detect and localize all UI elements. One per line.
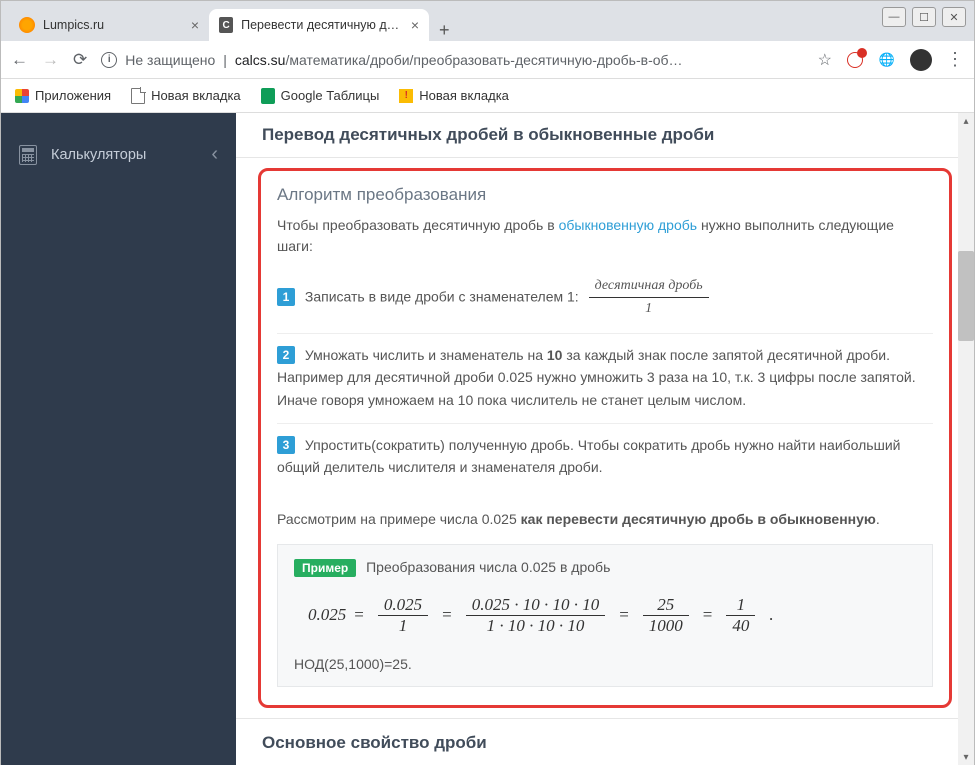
reload-button[interactable] — [73, 50, 87, 70]
lumpics-favicon-icon — [19, 17, 35, 33]
sidebar-label: Калькуляторы — [51, 147, 146, 163]
tab-title: Перевести десятичную дробь в — [241, 18, 403, 32]
example-label: Преобразования числа 0.025 в дробь — [366, 559, 610, 575]
bookmark-sheets[interactable]: Google Таблицы — [261, 88, 380, 104]
algorithm-heading: Алгоритм преобразования — [277, 185, 933, 205]
step-3: 3 Упростить(сократить) полученную дробь.… — [277, 434, 933, 491]
step-2: 2 Умножать числить и знаменатель на 10 з… — [277, 344, 933, 424]
calculator-icon — [19, 145, 37, 165]
math-equation: 0.025 = 0.0251 = 0.025 · 10 · 10 · 101 ·… — [294, 577, 916, 650]
tab-strip: Lumpics.ru × C Перевести десятичную дроб… — [1, 1, 974, 41]
sidebar: Калькуляторы — [1, 113, 236, 765]
scrollbar-thumb[interactable] — [958, 251, 974, 341]
step-number: 3 — [277, 436, 295, 454]
bookmark-newtab-1[interactable]: Новая вкладка — [131, 88, 241, 104]
url-field[interactable]: i Не защищено | calcs.su/математика/дроб… — [101, 52, 803, 68]
fraction-notation: десятичная дробь 1 — [589, 275, 709, 321]
gcd-text: НОД(25,1000)=25. — [294, 656, 916, 672]
tab-title: Lumpics.ru — [43, 18, 104, 32]
close-button[interactable]: ✕ — [942, 7, 966, 27]
apps-icon — [15, 89, 29, 103]
browser-menu-button[interactable] — [946, 49, 964, 70]
tab-close-icon[interactable]: × — [191, 17, 199, 33]
bookmark-star-icon[interactable]: ☆ — [818, 50, 832, 70]
intro-text: Чтобы преобразовать десятичную дробь в о… — [277, 215, 933, 257]
back-button[interactable] — [11, 50, 28, 70]
vertical-scrollbar[interactable]: ▴ ▾ — [958, 113, 974, 765]
url-domain: calcs.su — [235, 52, 286, 68]
minimize-button[interactable]: — — [882, 7, 906, 27]
step-number: 2 — [277, 346, 295, 364]
bookmarks-bar: Приложения Новая вкладка Google Таблицы … — [1, 79, 974, 113]
example-intro: Рассмотрим на примере числа 0.025 как пе… — [277, 509, 933, 530]
maximize-button[interactable]: ☐ — [912, 7, 936, 27]
not-secure-label: Не защищено — [125, 52, 215, 68]
extension-icon-1[interactable] — [846, 51, 864, 69]
bookmark-newtab-2[interactable]: ! Новая вкладка — [399, 88, 509, 103]
sidebar-item-calculators[interactable]: Калькуляторы — [1, 133, 236, 176]
profile-avatar[interactable] — [910, 49, 932, 71]
tab-close-icon[interactable]: × — [411, 17, 419, 33]
common-fraction-link[interactable]: обыкновенную дробь — [559, 217, 697, 233]
step-1: 1 Записать в виде дроби с знаменателем 1… — [277, 275, 933, 334]
extension-icon-2[interactable]: 🌐 — [878, 51, 896, 69]
new-tab-button[interactable]: + — [429, 20, 460, 41]
tab-calcs[interactable]: C Перевести десятичную дробь в × — [209, 9, 429, 41]
main-content: Перевод десятичных дробей в обыкновенные… — [236, 113, 974, 765]
sheets-icon — [261, 88, 275, 104]
window-controls: — ☐ ✕ — [882, 7, 966, 27]
example-box: Пример Преобразования числа 0.025 в дроб… — [277, 544, 933, 687]
calcs-favicon-icon: C — [219, 17, 233, 33]
warning-icon: ! — [399, 89, 413, 103]
file-icon — [131, 88, 145, 104]
scroll-down-arrow[interactable]: ▾ — [958, 749, 974, 765]
site-info-icon[interactable]: i — [101, 52, 117, 68]
section-heading-property: Основное свойство дроби — [236, 718, 974, 763]
step-number: 1 — [277, 288, 295, 306]
page-title: Перевод десятичных дробей в обыкновенные… — [236, 113, 974, 158]
forward-button[interactable] — [42, 50, 59, 70]
algorithm-section: Алгоритм преобразования Чтобы преобразов… — [258, 168, 952, 708]
scroll-up-arrow[interactable]: ▴ — [958, 113, 974, 129]
apps-shortcut[interactable]: Приложения — [15, 88, 111, 103]
example-badge: Пример — [294, 559, 356, 577]
address-bar: i Не защищено | calcs.su/математика/дроб… — [1, 41, 974, 79]
chevron-left-icon — [211, 143, 218, 166]
url-path: /математика/дроби/преобразовать-десятичн… — [285, 52, 682, 68]
tab-lumpics[interactable]: Lumpics.ru × — [9, 9, 209, 41]
